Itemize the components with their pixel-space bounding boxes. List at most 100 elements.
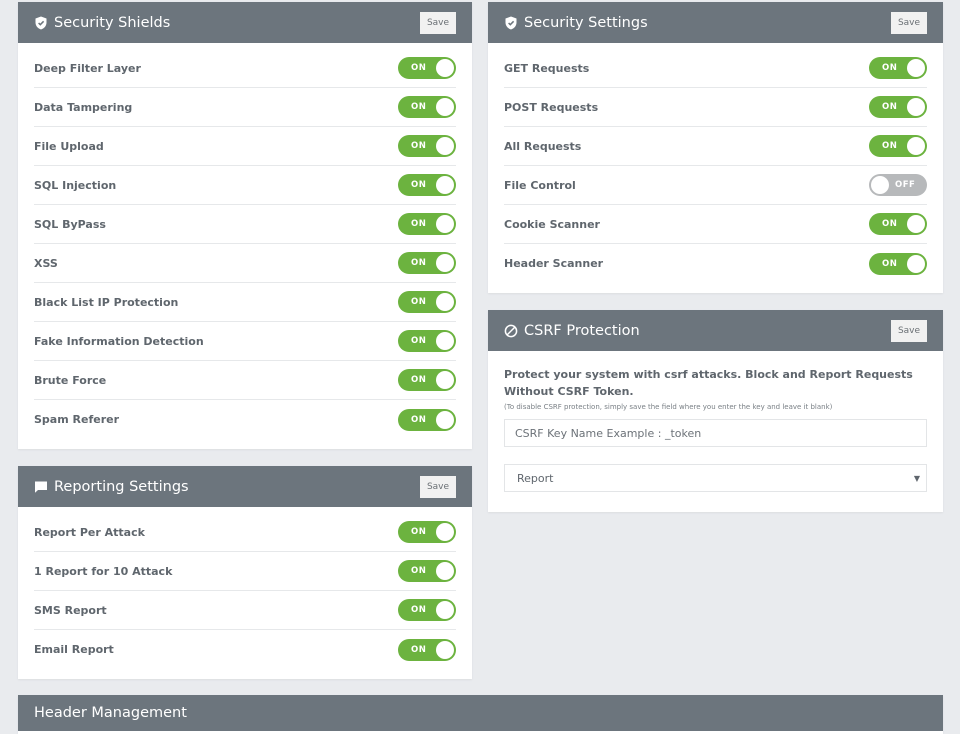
toggle-state-label: ON (411, 252, 426, 274)
toggle-deep-filter-layer[interactable]: ON (398, 57, 456, 79)
toggle-knob (871, 176, 889, 194)
toggle-knob (436, 601, 454, 619)
setting-label: All Requests (504, 140, 581, 153)
setting-row-get-requests: GET RequestsON (504, 49, 927, 88)
setting-label: Black List IP Protection (34, 296, 178, 309)
toggle-cookie-scanner[interactable]: ON (869, 213, 927, 235)
toggle-knob (436, 411, 454, 429)
toggle-file-control[interactable]: OFF (869, 174, 927, 196)
setting-label: Deep Filter Layer (34, 62, 141, 75)
setting-row-cookie-scanner: Cookie Scanner ON (504, 205, 927, 244)
toggle-knob (907, 255, 925, 273)
setting-row-header-scanner: Header Scanner ON (504, 244, 927, 283)
setting-label: SQL ByPass (34, 218, 106, 231)
toggle-knob (907, 98, 925, 116)
security-shields-title: Security Shields (54, 15, 170, 31)
setting-row-brute-force: Brute Force ON (34, 361, 456, 400)
toggle-post-requests[interactable]: ON (869, 96, 927, 118)
security-settings-panel: Security Settings Save GET RequestsON POS… (488, 2, 943, 293)
setting-label: POST Requests (504, 101, 598, 114)
toggle-sql-injection[interactable]: ON (398, 174, 456, 196)
security-settings-list: GET RequestsONPOST RequestsONAll Request… (488, 43, 943, 283)
setting-label: Email Report (34, 643, 114, 656)
reporting-settings-panel: Reporting Settings Save Report Per Attac… (18, 466, 472, 679)
toggle-state-label: ON (411, 96, 426, 118)
toggle-knob (907, 137, 925, 155)
csrf-protection-title: CSRF Protection (524, 323, 640, 339)
toggle-header-scanner[interactable]: ON (869, 253, 927, 275)
toggle-state-label: ON (411, 521, 426, 543)
toggle-email-report[interactable]: ON (398, 639, 456, 661)
setting-row-fake-information-detection: Fake Information Detection ON (34, 322, 456, 361)
csrf-key-input[interactable] (504, 419, 927, 447)
security-shields-panel: Security Shields Save Deep Filter Layer O… (18, 2, 472, 449)
reporting-settings-header: Reporting Settings Save (18, 466, 472, 507)
header-management-panel: Header Management (18, 695, 943, 734)
toggle-state-label: ON (882, 253, 897, 275)
setting-row-file-control: File Control OFF (504, 166, 927, 205)
setting-label: Brute Force (34, 374, 106, 387)
setting-row-sql-injection: SQL Injection ON (34, 166, 456, 205)
setting-row-sms-report: SMS Report ON (34, 591, 456, 630)
toggle-black-list-ip-protection[interactable]: ON (398, 291, 456, 313)
setting-label: SMS Report (34, 604, 107, 617)
toggle-1-report-for-10-attack[interactable]: ON (398, 560, 456, 582)
toggle-state-label: ON (411, 135, 426, 157)
security-settings-header: Security Settings Save (488, 2, 943, 43)
security-shields-save-button[interactable]: Save (420, 12, 456, 34)
toggle-brute-force[interactable]: ON (398, 369, 456, 391)
reporting-settings-save-button[interactable]: Save (420, 476, 456, 498)
reporting-settings-list: Report Per AttackON1 Report for 10 Attac… (18, 507, 472, 669)
toggle-xss[interactable]: ON (398, 252, 456, 274)
security-settings-save-button[interactable]: Save (891, 12, 927, 34)
toggle-knob (907, 215, 925, 233)
toggle-get-requests[interactable]: ON (869, 57, 927, 79)
setting-row-1-report-for-10-attack: 1 Report for 10 AttackON (34, 552, 456, 591)
setting-row-xss: XSSON (34, 244, 456, 283)
caret-down-icon: ▼ (914, 474, 920, 483)
toggle-state-label: ON (411, 409, 426, 431)
toggle-knob (436, 254, 454, 272)
toggle-state-label: ON (411, 639, 426, 661)
toggle-state-label: OFF (895, 174, 915, 196)
setting-label: Header Scanner (504, 257, 603, 270)
reporting-settings-title: Reporting Settings (54, 479, 189, 495)
toggle-knob (436, 176, 454, 194)
toggle-fake-information-detection[interactable]: ON (398, 330, 456, 352)
setting-row-all-requests: All Requests ON (504, 127, 927, 166)
toggle-report-per-attack[interactable]: ON (398, 521, 456, 543)
toggle-knob (436, 98, 454, 116)
toggle-spam-referer[interactable]: ON (398, 409, 456, 431)
shield-icon (34, 16, 48, 30)
toggle-knob (436, 371, 454, 389)
shield-icon (504, 16, 518, 30)
csrf-note: (To disable CSRF protection, simply save… (504, 403, 927, 411)
setting-label: File Upload (34, 140, 104, 153)
setting-label: SQL Injection (34, 179, 116, 192)
toggle-state-label: ON (411, 599, 426, 621)
csrf-action-select[interactable]: Report ▼ (504, 464, 927, 492)
setting-label: File Control (504, 179, 576, 192)
setting-label: Cookie Scanner (504, 218, 600, 231)
toggle-knob (907, 59, 925, 77)
setting-label: Report Per Attack (34, 526, 145, 539)
toggle-data-tampering[interactable]: ON (398, 96, 456, 118)
toggle-knob (436, 59, 454, 77)
setting-row-deep-filter-layer: Deep Filter Layer ON (34, 49, 456, 88)
setting-row-spam-referer: Spam Referer ON (34, 400, 456, 439)
toggle-file-upload[interactable]: ON (398, 135, 456, 157)
setting-row-data-tampering: Data Tampering ON (34, 88, 456, 127)
toggle-sms-report[interactable]: ON (398, 599, 456, 621)
setting-row-sql-bypass: SQL ByPass ON (34, 205, 456, 244)
toggle-state-label: ON (882, 135, 897, 157)
setting-label: Spam Referer (34, 413, 119, 426)
setting-label: Data Tampering (34, 101, 132, 114)
csrf-protection-save-button[interactable]: Save (891, 320, 927, 342)
toggle-all-requests[interactable]: ON (869, 135, 927, 157)
toggle-state-label: ON (882, 57, 897, 79)
toggle-knob (436, 562, 454, 580)
security-shields-list: Deep Filter Layer ON Data Tampering ON File … (18, 43, 472, 439)
toggle-sql-bypass[interactable]: ON (398, 213, 456, 235)
setting-label: Fake Information Detection (34, 335, 204, 348)
header-management-header: Header Management (18, 695, 943, 731)
